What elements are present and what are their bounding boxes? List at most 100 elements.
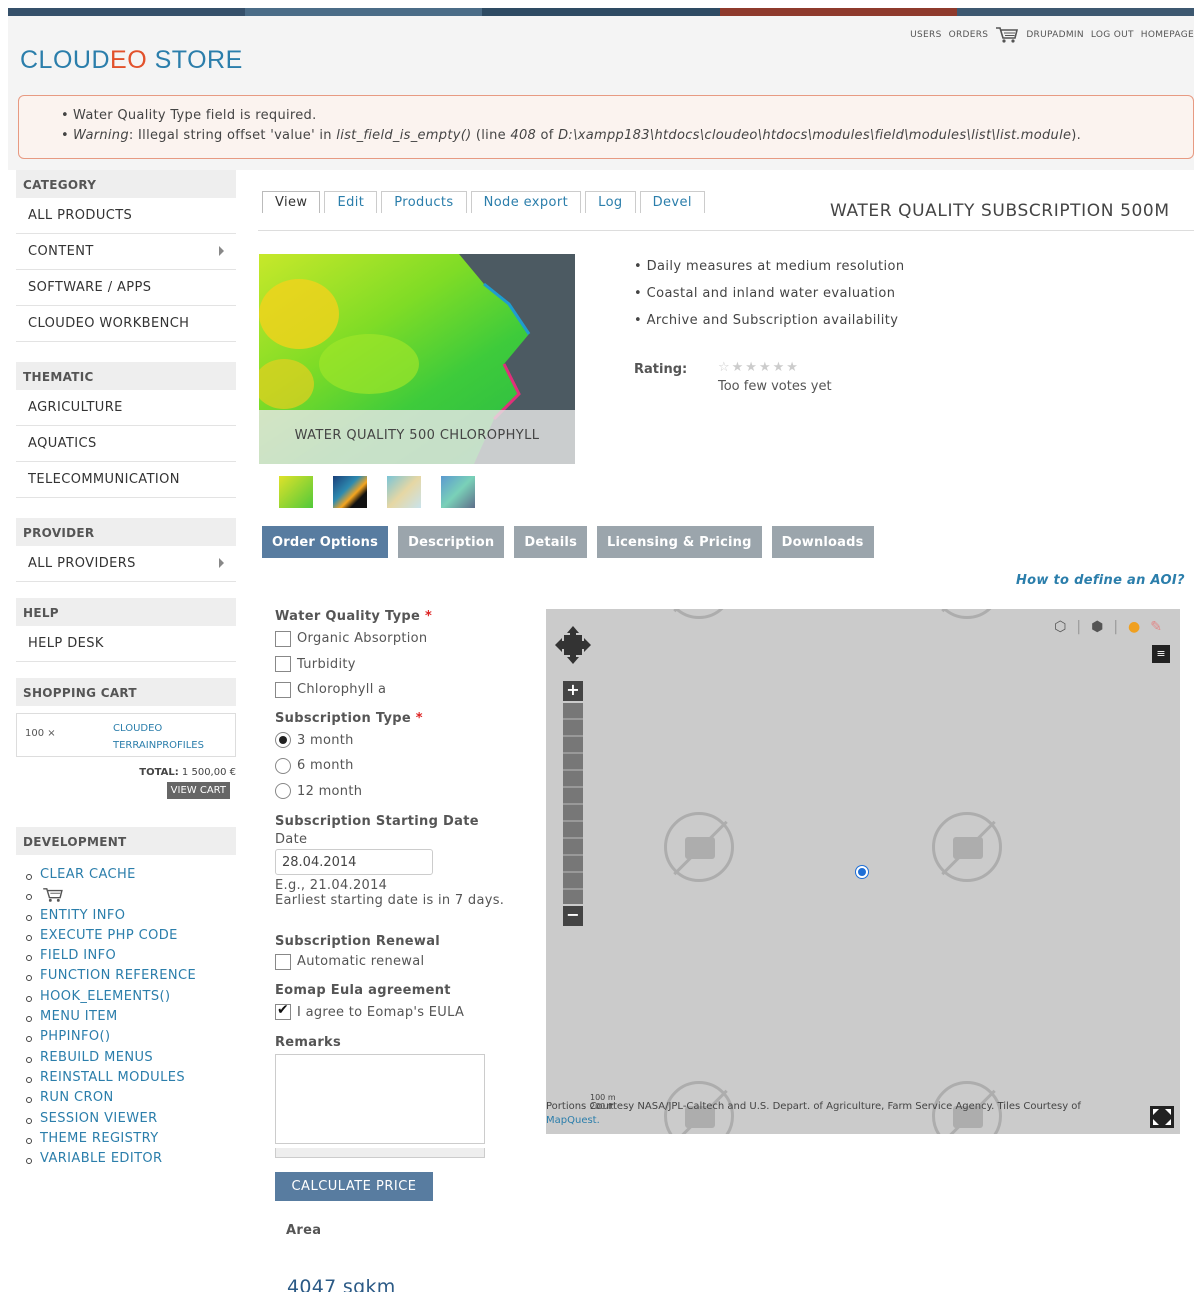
aoi-map[interactable]: + − ⬡ | ⬢ | ● ✎ ≡ 100 m 200 ft Portions C… [546, 609, 1180, 1134]
tab-view[interactable]: View [262, 191, 321, 213]
top-color-bar [8, 8, 1194, 16]
sidebar-item-all-providers[interactable]: ALL PROVIDERS [16, 546, 236, 582]
delete-aoi-icon[interactable]: ✎ [1150, 619, 1162, 635]
option-6-month[interactable]: 6 month [275, 753, 535, 779]
sidebar-item-aquatics[interactable]: AQUATICS [16, 426, 236, 462]
sidebar-item-all-products[interactable]: ALL PRODUCTS [16, 198, 236, 234]
provider-heading: PROVIDER [16, 518, 236, 546]
start-date-label: Subscription Starting Date [275, 814, 479, 829]
tab-edit[interactable]: Edit [324, 191, 378, 213]
dev-run-cron[interactable]: RUN CRON [16, 1090, 236, 1110]
tile-unavailable-icon [932, 812, 1002, 882]
nav-logout[interactable]: LOG OUT [1091, 30, 1134, 40]
radio[interactable] [275, 783, 291, 800]
modify-polygon-icon[interactable]: ⬢ [1091, 619, 1103, 635]
zoom-out-button[interactable]: − [563, 906, 583, 926]
dev-function-reference[interactable]: FUNCTION REFERENCE [16, 968, 236, 988]
tile-unavailable-icon [664, 812, 734, 882]
nav-orders[interactable]: ORDERS [949, 30, 989, 40]
sidebar-item-software-apps[interactable]: SOFTWARE / APPS [16, 270, 236, 306]
sidebar-item-telecommunication[interactable]: TELECOMMUNICATION [16, 462, 236, 498]
cart-icon[interactable] [995, 26, 1019, 44]
thumbnail-1[interactable] [279, 476, 313, 508]
pan-control-icon[interactable] [554, 625, 592, 665]
date-note: Earliest starting date is in 7 days. [275, 893, 505, 908]
calculate-price-button[interactable]: CALCULATE PRICE [275, 1172, 433, 1201]
subscription-type-label: Subscription Type * [275, 710, 423, 726]
development-heading: DEVELOPMENT [16, 827, 236, 855]
rating-stars[interactable]: ☆★★★★★ [718, 360, 800, 375]
image-thumbnails [279, 476, 475, 508]
thumbnail-3[interactable] [387, 476, 421, 508]
tab-node-export[interactable]: Node export [470, 191, 582, 213]
option-turbidity[interactable]: Turbidity [275, 652, 535, 678]
area-label: Area [286, 1223, 322, 1238]
zoom-in-button[interactable]: + [563, 681, 583, 701]
dev-rebuild-menus[interactable]: REBUILD MENUS [16, 1050, 236, 1070]
date-input[interactable] [275, 849, 433, 875]
nav-users[interactable]: USERS [910, 30, 941, 40]
thumbnail-2[interactable] [333, 476, 367, 508]
product-image[interactable]: WATER QUALITY 500 CHLOROPHYLL [259, 254, 575, 464]
dev-phpinfo[interactable]: PHPINFO() [16, 1029, 236, 1049]
tab-log[interactable]: Log [585, 191, 636, 213]
cart-icon [43, 888, 63, 903]
dev-variable-editor[interactable]: VARIABLE EDITOR [16, 1151, 236, 1171]
dev-hook-elements[interactable]: HOOK_ELEMENTS() [16, 989, 236, 1009]
cart-item-name[interactable]: CLOUDEO TERRAINPROFILES [107, 714, 204, 756]
radio[interactable] [275, 757, 291, 774]
draw-polygon-icon[interactable]: ⬡ [1054, 619, 1066, 635]
textarea-resize-handle[interactable] [275, 1148, 485, 1158]
cart-total: TOTAL: 1 500,00 € [139, 767, 236, 778]
dev-entity-info[interactable]: ENTITY INFO [16, 908, 236, 928]
checkbox[interactable] [275, 630, 291, 647]
layers-icon[interactable]: ≡ [1152, 645, 1170, 663]
feature-item: • Archive and Subscription availability [634, 313, 899, 328]
dev-cart-item[interactable] [16, 887, 236, 907]
node-tabs: View Edit Products Node export Log Devel [262, 191, 705, 213]
dev-menu-item[interactable]: MENU ITEM [16, 1009, 236, 1029]
error-message: Water Quality Type field is required. [61, 108, 1193, 123]
option-organic-absorption[interactable]: Organic Absorption [275, 626, 535, 652]
checkbox-checked[interactable] [275, 1002, 291, 1021]
option-automatic-renewal[interactable]: Automatic renewal [275, 949, 535, 975]
tab-devel[interactable]: Devel [639, 191, 705, 213]
sidebar-item-agriculture[interactable]: AGRICULTURE [16, 390, 236, 426]
dev-field-info[interactable]: FIELD INFO [16, 948, 236, 968]
sidebar-item-content[interactable]: CONTENT [16, 234, 236, 270]
checkbox[interactable] [275, 681, 291, 698]
select-aoi-icon[interactable]: ● [1128, 619, 1140, 635]
radio-selected[interactable] [275, 732, 291, 749]
aoi-help-link[interactable]: How to define an AOI? [1016, 573, 1185, 588]
nav-drupadmin[interactable]: DRUPADMIN [1026, 30, 1084, 40]
tab-description[interactable]: Description [398, 526, 505, 558]
sidebar-item-cloudeo-workbench[interactable]: CLOUDEO WORKBENCH [16, 306, 236, 342]
view-cart-button[interactable]: VIEW CART [166, 782, 230, 799]
option-eula[interactable]: I agree to Eomap's EULA [275, 1000, 535, 1026]
dev-reinstall-modules[interactable]: REINSTALL MODULES [16, 1070, 236, 1090]
checkbox[interactable] [275, 953, 291, 970]
dev-execute-php[interactable]: EXECUTE PHP CODE [16, 928, 236, 948]
mapquest-link[interactable]: MapQuest. [546, 1115, 600, 1126]
tab-downloads[interactable]: Downloads [771, 526, 874, 558]
tab-details[interactable]: Details [514, 526, 588, 558]
location-marker[interactable] [856, 866, 868, 878]
dev-theme-registry[interactable]: THEME REGISTRY [16, 1131, 236, 1151]
tab-products[interactable]: Products [381, 191, 467, 213]
dev-session-viewer[interactable]: SESSION VIEWER [16, 1111, 236, 1131]
tab-order-options[interactable]: Order Options [262, 526, 389, 558]
tab-licensing-pricing[interactable]: Licensing & Pricing [597, 526, 762, 558]
checkbox[interactable] [275, 656, 291, 673]
zoom-slider[interactable] [563, 703, 583, 904]
option-chlorophyll[interactable]: Chlorophyll a [275, 677, 535, 703]
option-3-month[interactable]: 3 month [275, 728, 535, 754]
dev-clear-cache[interactable]: CLEAR CACHE [16, 867, 236, 887]
thumbnail-4[interactable] [441, 476, 475, 508]
remarks-textarea[interactable] [275, 1054, 485, 1144]
nav-homepage[interactable]: HOMEPAGE [1141, 30, 1194, 40]
sidebar-item-help-desk[interactable]: HELP DESK [16, 626, 236, 662]
remarks-label: Remarks [275, 1035, 342, 1050]
fullscreen-icon[interactable] [1150, 1106, 1174, 1128]
option-12-month[interactable]: 12 month [275, 779, 535, 805]
site-logo[interactable]: CLOUDEO STORE [20, 46, 243, 75]
